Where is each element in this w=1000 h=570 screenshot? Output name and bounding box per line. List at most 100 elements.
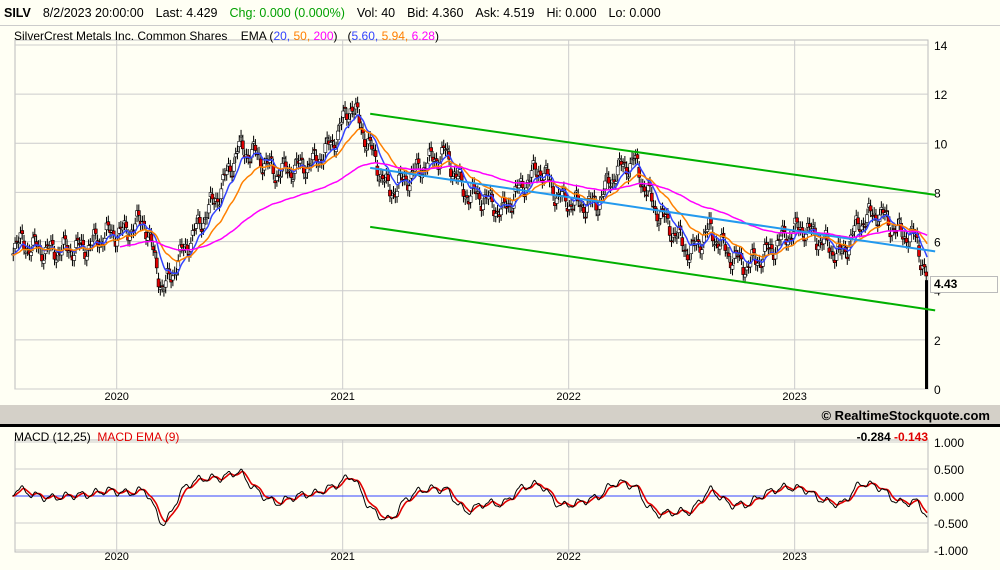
candle	[510, 210, 514, 213]
candle	[310, 153, 315, 160]
candle	[233, 153, 238, 158]
candle	[269, 156, 274, 159]
candle	[551, 186, 555, 195]
candle	[210, 193, 215, 200]
candle	[16, 242, 21, 245]
candle	[77, 242, 82, 245]
candle	[560, 191, 564, 196]
candle	[730, 264, 735, 270]
candle	[224, 170, 229, 175]
candle	[603, 180, 607, 190]
candle	[294, 158, 299, 160]
candle	[764, 242, 769, 246]
candle	[15, 240, 19, 243]
candle	[727, 252, 731, 257]
stock-chart[interactable]: 024681012141.0000.5000.000-0.500-1.00020…	[0, 0, 1000, 570]
candle	[840, 251, 844, 254]
candle	[192, 229, 197, 231]
ema200-period: 200	[313, 29, 334, 43]
candle	[865, 214, 869, 223]
date-axis-tick: 2022	[556, 391, 580, 403]
candle	[194, 223, 199, 229]
candle	[190, 230, 195, 236]
candle	[452, 171, 457, 174]
candle	[834, 253, 839, 261]
candle	[831, 251, 835, 256]
ema50-value: 5.94,	[381, 29, 409, 43]
candle	[382, 180, 387, 183]
candle	[770, 244, 774, 250]
candle	[163, 280, 168, 288]
candle	[554, 197, 559, 204]
candle	[330, 140, 335, 142]
candle	[445, 148, 450, 150]
candle	[481, 203, 485, 210]
candle	[571, 208, 575, 211]
candle	[239, 135, 243, 138]
candle	[29, 251, 34, 256]
candle	[341, 110, 346, 118]
price-axis-tick: 14	[934, 39, 948, 53]
candle	[325, 137, 329, 139]
candle	[90, 240, 94, 246]
candle	[24, 251, 28, 254]
candle	[377, 179, 381, 182]
candle	[705, 228, 710, 232]
candle	[581, 206, 586, 213]
candle	[883, 212, 887, 215]
candle	[285, 171, 290, 174]
candle	[495, 210, 500, 213]
candle	[215, 198, 220, 203]
candle	[158, 287, 163, 290]
candle	[260, 172, 265, 175]
candle	[859, 225, 864, 231]
candle	[235, 151, 240, 154]
last-price-tag: 4.43	[930, 276, 998, 293]
candle	[149, 233, 154, 241]
candle	[206, 204, 211, 214]
macd-axis-tick: -0.500	[934, 517, 968, 531]
candle	[232, 163, 236, 172]
candle	[879, 207, 884, 210]
candle	[788, 236, 792, 239]
candle	[477, 193, 482, 200]
candle	[845, 256, 850, 260]
candle	[212, 202, 216, 205]
candle	[499, 208, 503, 216]
candle	[902, 236, 907, 239]
candle	[346, 119, 351, 123]
candle	[151, 246, 155, 251]
candle	[85, 256, 89, 261]
candle	[72, 255, 77, 261]
candle	[666, 213, 670, 219]
candle	[714, 241, 719, 243]
macd-signal-label: MACD EMA (9)	[97, 430, 180, 444]
candle	[76, 237, 80, 241]
candle	[476, 191, 480, 194]
candle	[253, 144, 258, 151]
ema200-value: 6.28	[411, 29, 435, 43]
candle	[856, 217, 860, 224]
candle	[718, 245, 722, 250]
candle	[623, 161, 627, 164]
candle	[289, 172, 294, 179]
price-axis-tick: 8	[934, 186, 941, 200]
candle	[395, 191, 399, 197]
candle	[440, 147, 444, 155]
candle	[556, 192, 561, 195]
candle	[81, 239, 86, 246]
candle	[160, 285, 164, 287]
candle	[617, 158, 622, 161]
date-axis-tick: 2022	[556, 551, 580, 563]
candle	[465, 195, 469, 198]
price-axis-tick: 10	[934, 137, 948, 151]
candle	[370, 145, 374, 150]
candle	[278, 176, 283, 178]
candle	[868, 205, 873, 212]
candle	[368, 136, 372, 141]
ema-label: EMA	[240, 29, 267, 43]
candle	[93, 228, 98, 234]
candle	[291, 179, 295, 182]
candle	[488, 190, 493, 194]
candle	[615, 165, 620, 176]
